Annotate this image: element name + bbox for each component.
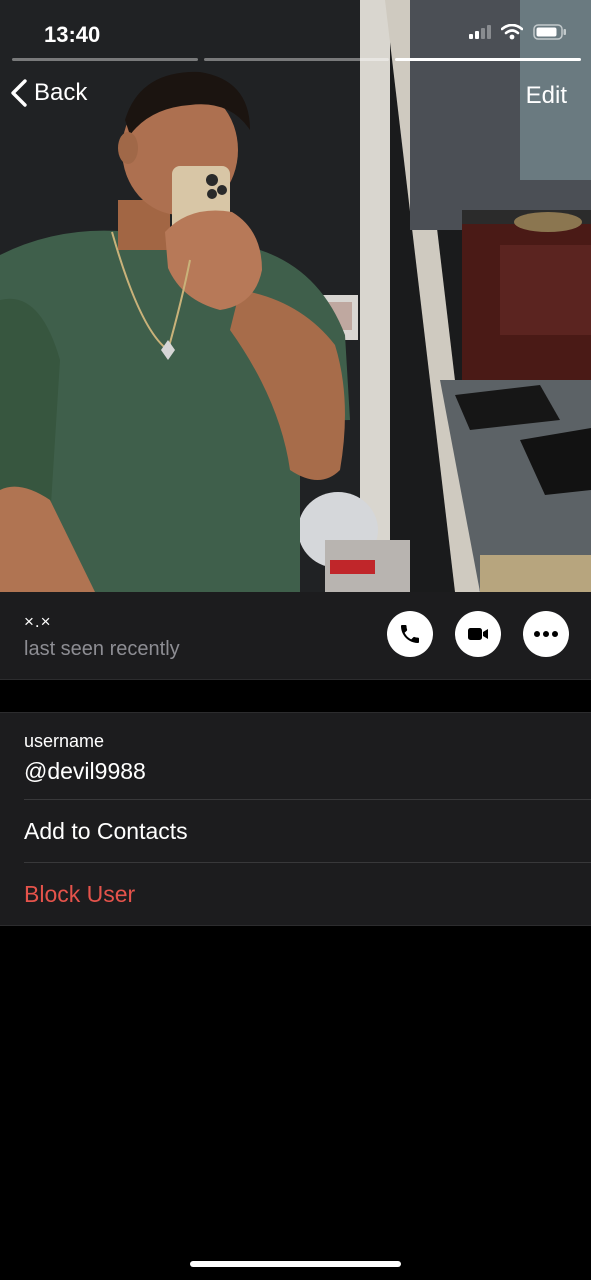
status-icons: [469, 24, 567, 40]
add-to-contacts-label: Add to Contacts: [24, 817, 188, 844]
more-icon: [534, 631, 558, 637]
story-segment-active: [395, 58, 582, 61]
story-segment: [12, 58, 198, 61]
back-button[interactable]: Back: [10, 78, 87, 108]
wifi-icon: [501, 24, 523, 40]
edit-button[interactable]: Edit: [526, 82, 567, 110]
nav-bar: Back Edit: [0, 76, 591, 116]
block-user-label: Block User: [24, 881, 136, 907]
last-seen-status: last seen recently: [24, 638, 180, 660]
profile-photo-area: 13:40 Back Edit: [0, 0, 591, 592]
username-row[interactable]: username @devil9988: [24, 713, 591, 800]
more-button[interactable]: [523, 611, 569, 657]
story-progress: [12, 58, 582, 61]
profile-name: ×.×: [24, 612, 52, 631]
info-section: username @devil9988 Add to Contacts Bloc…: [0, 712, 591, 926]
video-call-button[interactable]: [455, 611, 501, 657]
call-button[interactable]: [387, 611, 433, 657]
story-segment: [203, 58, 390, 61]
status-time: 13:40: [44, 22, 101, 47]
signal-icon: [469, 25, 491, 39]
username-label: username: [24, 731, 105, 751]
status-bar: 13:40: [0, 0, 591, 62]
section-gap: [0, 680, 591, 712]
profile-header: ×.× last seen recently: [0, 592, 591, 680]
chevron-left-icon: [11, 79, 27, 107]
video-icon: [468, 628, 488, 640]
battery-icon: [533, 24, 566, 40]
username-value: @devil9988: [24, 758, 146, 784]
profile-actions: [387, 611, 569, 657]
phone-icon: [401, 625, 419, 643]
back-label: Back: [34, 79, 88, 106]
block-user-button[interactable]: Block User: [24, 863, 591, 926]
home-indicator[interactable]: [190, 1261, 401, 1267]
add-to-contacts-button[interactable]: Add to Contacts: [24, 800, 591, 863]
